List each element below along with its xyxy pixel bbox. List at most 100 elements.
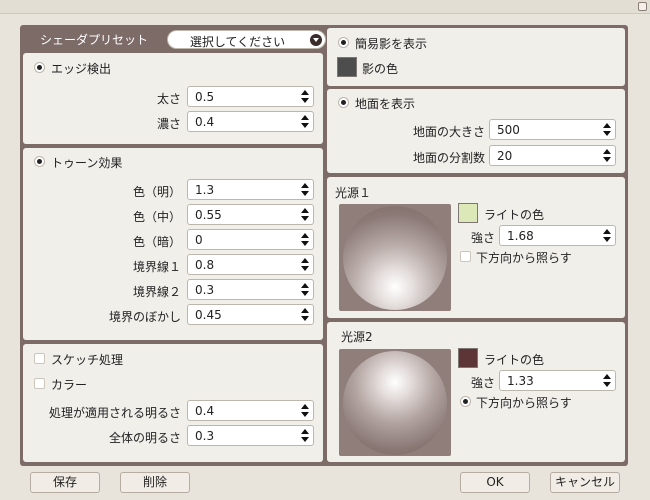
toon-label: 境界線１ <box>132 260 181 274</box>
edge-title: エッジ検出 <box>51 62 112 76</box>
toon-spinner[interactable]: 0.45 <box>187 304 314 325</box>
light1-color-label: ライトの色 <box>484 208 545 222</box>
light1-preview-sphere <box>343 206 447 310</box>
light2-strength-label: 強さ <box>470 376 495 390</box>
ground-size-value: 500 <box>497 123 520 137</box>
toon-spinner[interactable]: 0.3 <box>187 279 314 300</box>
light1-color-swatch[interactable] <box>458 203 478 223</box>
settings-frame: シェーダプリセット 選択してください エッジ検出 太さ 0.5 濃さ 0.4 ト… <box>20 25 628 466</box>
delete-button[interactable]: 削除 <box>120 472 190 493</box>
ground-panel: 地面を表示 地面の大きさ 500 地面の分割数 20 <box>327 89 625 173</box>
light2-preview <box>339 349 451 456</box>
spinner-arrows-icon[interactable] <box>301 183 309 196</box>
spinner-arrows-icon[interactable] <box>301 404 309 417</box>
toon-spinner[interactable]: 0.8 <box>187 254 314 275</box>
spinner-arrows-icon[interactable] <box>301 115 309 128</box>
toon-spinner[interactable]: 1.3 <box>187 179 314 200</box>
cancel-button[interactable]: キャンセル <box>550 472 620 493</box>
ground-title: 地面を表示 <box>355 97 416 111</box>
shadow-panel: 簡易影を表示 影の色 <box>327 28 625 86</box>
light1-from-below-label: 下方向から照らす <box>476 251 572 265</box>
toon-panel: トゥーン効果 色（明） 1.3 色（中） 0.55 色（暗） 0 境界線１ 0.… <box>23 148 323 340</box>
sketch-checkbox[interactable] <box>34 353 45 364</box>
light1-from-below-checkbox[interactable] <box>460 251 471 262</box>
ok-button[interactable]: OK <box>460 472 530 493</box>
spinner-arrows-icon[interactable] <box>603 374 611 387</box>
chevron-down-icon <box>310 34 322 46</box>
applied-brightness-spinner[interactable]: 0.4 <box>187 400 314 421</box>
shadow-color-swatch[interactable] <box>337 57 357 77</box>
preset-dropdown[interactable]: 選択してください <box>167 30 326 49</box>
light2-from-below-radio[interactable] <box>460 396 471 407</box>
spinner-arrows-icon[interactable] <box>301 208 309 221</box>
edge-width-value: 0.5 <box>195 90 215 104</box>
ground-divisions-spinner[interactable]: 20 <box>489 145 616 166</box>
preset-label: シェーダプリセット <box>40 33 149 47</box>
close-window-button[interactable] <box>638 2 647 11</box>
spinner-arrows-icon[interactable] <box>301 90 309 103</box>
ground-divisions-value: 20 <box>497 149 513 163</box>
ground-size-label: 地面の大きさ <box>412 125 485 139</box>
ground-divisions-label: 地面の分割数 <box>412 151 485 165</box>
overall-brightness-value: 0.3 <box>195 429 215 443</box>
edge-width-label: 太さ <box>156 92 181 106</box>
light2-title: 光源2 <box>341 330 373 344</box>
overall-brightness-label: 全体の明るさ <box>108 431 181 445</box>
edge-density-spinner[interactable]: 0.4 <box>187 111 314 132</box>
ground-size-spinner[interactable]: 500 <box>489 119 616 140</box>
edge-density-value: 0.4 <box>195 115 215 129</box>
spinner-arrows-icon[interactable] <box>301 233 309 246</box>
light2-strength-value: 1.33 <box>507 374 534 388</box>
spinner-arrows-icon[interactable] <box>603 149 611 162</box>
edge-radio[interactable] <box>34 62 45 73</box>
sketch-panel: スケッチ処理 カラー 処理が適用される明るさ 0.4 全体の明るさ 0.3 <box>23 344 323 462</box>
color-label: カラー <box>51 378 88 392</box>
spinner-arrows-icon[interactable] <box>301 308 309 321</box>
toon-spinner[interactable]: 0.55 <box>187 204 314 225</box>
shadow-title: 簡易影を表示 <box>355 37 428 51</box>
spinner-arrows-icon[interactable] <box>603 229 611 242</box>
toon-label: 境界線２ <box>132 285 181 299</box>
applied-brightness-value: 0.4 <box>195 404 215 418</box>
toon-value: 0.3 <box>195 283 215 297</box>
toon-title: トゥーン効果 <box>51 156 123 170</box>
light2-color-swatch[interactable] <box>458 348 478 368</box>
light2-preview-sphere <box>343 351 447 455</box>
light2-strength-spinner[interactable]: 1.33 <box>499 370 616 391</box>
color-checkbox[interactable] <box>34 378 45 389</box>
light1-strength-label: 強さ <box>470 231 495 245</box>
toon-value: 0.45 <box>195 308 222 322</box>
ground-radio[interactable] <box>338 97 349 108</box>
toon-radio[interactable] <box>34 156 45 167</box>
toon-label: 色（暗） <box>132 235 181 249</box>
toon-spinner[interactable]: 0 <box>187 229 314 250</box>
toon-value: 1.3 <box>195 183 215 197</box>
overall-brightness-spinner[interactable]: 0.3 <box>187 425 314 446</box>
light1-title: 光源１ <box>335 186 372 200</box>
light1-preview <box>339 204 451 311</box>
edge-density-label: 濃さ <box>156 117 181 131</box>
spinner-arrows-icon[interactable] <box>603 123 611 136</box>
light2-color-label: ライトの色 <box>484 353 545 367</box>
spinner-arrows-icon[interactable] <box>301 258 309 271</box>
edge-width-spinner[interactable]: 0.5 <box>187 86 314 107</box>
shadow-color-label: 影の色 <box>362 62 399 76</box>
applied-brightness-label: 処理が適用される明るさ <box>48 406 181 420</box>
preset-dropdown-value: 選択してください <box>189 35 286 49</box>
toon-value: 0.8 <box>195 258 215 272</box>
light1-strength-spinner[interactable]: 1.68 <box>499 225 616 246</box>
edge-panel: エッジ検出 太さ 0.5 濃さ 0.4 <box>23 53 323 144</box>
toon-value: 0.55 <box>195 208 222 222</box>
light2-from-below-label: 下方向から照らす <box>476 396 572 410</box>
toon-label: 境界のぼかし <box>108 310 181 324</box>
sketch-label: スケッチ処理 <box>51 353 124 367</box>
light1-strength-value: 1.68 <box>507 229 534 243</box>
toon-label: 色（中） <box>132 210 181 224</box>
spinner-arrows-icon[interactable] <box>301 283 309 296</box>
spinner-arrows-icon[interactable] <box>301 429 309 442</box>
shadow-radio[interactable] <box>338 37 349 48</box>
save-button[interactable]: 保存 <box>30 472 100 493</box>
light2-panel: 光源2 ライトの色 強さ 1.33 下方向から照らす <box>327 322 625 462</box>
window-titlebar <box>0 0 650 14</box>
toon-value: 0 <box>195 233 203 247</box>
